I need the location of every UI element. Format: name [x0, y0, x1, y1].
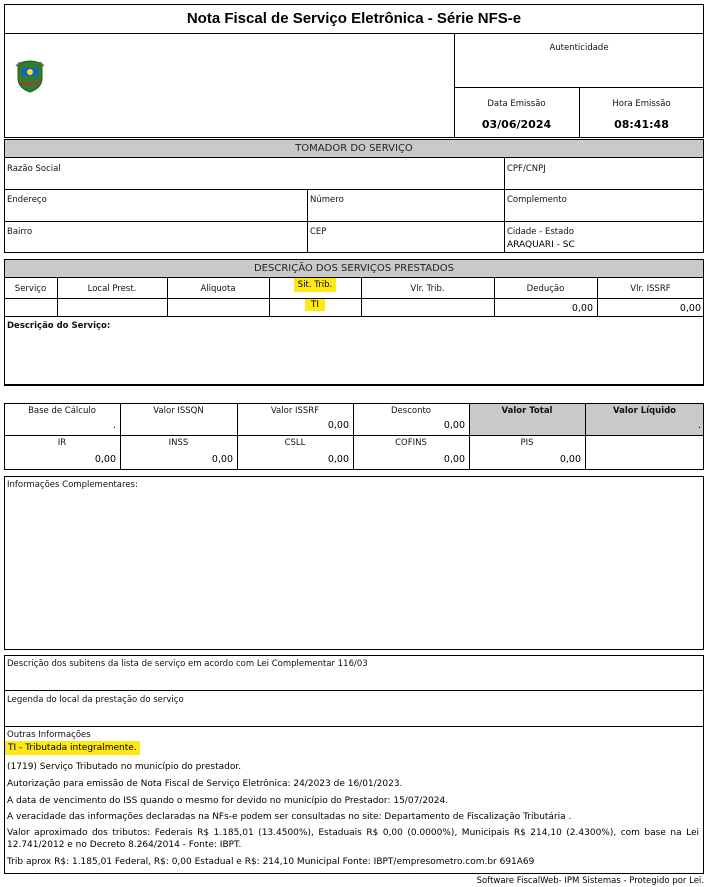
cidade-value: ARAQUARI - SC: [507, 240, 575, 250]
page-title: Nota Fiscal de Serviço Eletrônica - Séri…: [186, 10, 522, 27]
servicos-section-header: DESCRIÇÃO DOS SERVIÇOS PRESTADOS: [4, 259, 704, 278]
outras-line-5: Valor aproximado dos tributos: Federais …: [7, 828, 699, 850]
valor-issrf-label: Valor ISSRF: [270, 406, 320, 416]
outras-line-4: A veracidade das informações declaradas …: [7, 812, 572, 822]
col-local-prest: Local Prest.: [87, 284, 137, 294]
info-complementares-label: Informações Complementares:: [7, 480, 138, 490]
outras-line-1: (1719) Serviço Tributado no município do…: [7, 762, 242, 772]
data-emissao-value: 03/06/2024: [481, 118, 552, 131]
row-deducao: 0,00: [571, 303, 593, 314]
col-servico: Serviço: [14, 284, 47, 294]
cofins-value: 0,00: [443, 454, 465, 465]
row-vlr-issrf: 0,00: [679, 303, 701, 314]
pis-value: 0,00: [559, 454, 581, 465]
cep-label: CEP: [310, 227, 327, 237]
cofins-label: COFINS: [395, 438, 427, 448]
col-sit-trib: Sit. Trib.: [269, 278, 361, 292]
desconto-label: Desconto: [391, 406, 431, 416]
hora-emissao-label: Hora Emissão: [612, 99, 671, 109]
col-sit-trib-label: Sit. Trib.: [293, 278, 337, 292]
ir-label: IR: [57, 438, 67, 448]
outras-line-6: Trib aprox R$: 1.185,01 Federal, R$: 0,0…: [7, 857, 535, 867]
outras-informacoes-label: Outras Informações: [7, 730, 91, 740]
valor-total-label: Valor Total: [501, 406, 553, 416]
row-sit-trib: TI: [269, 299, 361, 311]
desconto-value: 0,00: [443, 420, 465, 431]
inss-label: INSS: [168, 438, 189, 448]
legenda-label: Legenda do local da prestação do serviço: [7, 695, 184, 705]
cpf-cnpj-label: CPF/CNPJ: [507, 164, 546, 174]
valor-liquido-label: Valor Líquido: [612, 406, 677, 416]
base-calculo-label: Base de Cálculo: [28, 406, 96, 416]
municipal-coat-of-arms-icon: [14, 58, 46, 94]
csll-label: CSLL: [284, 438, 306, 448]
row-sit-trib-value: TI: [304, 299, 326, 311]
numero-label: Número: [310, 195, 344, 205]
descricao-servico-label: Descrição do Serviço:: [7, 321, 111, 331]
bairro-label: Bairro: [7, 227, 33, 237]
subitens-label: Descrição dos subitens da lista de servi…: [7, 659, 368, 669]
outras-line-3: A data de vencimento do ISS quando o mes…: [7, 796, 449, 806]
endereco-label: Endereço: [7, 195, 47, 205]
info-complementares-box: [4, 476, 704, 650]
base-calculo-value: .: [112, 420, 116, 431]
valor-liquido-value: .: [697, 420, 701, 431]
ir-value: 0,00: [94, 454, 116, 465]
cidade-label: Cidade - Estado: [507, 227, 574, 237]
col-aliquota: Aliquota: [200, 284, 236, 294]
razao-social-label: Razão Social: [7, 164, 61, 174]
autenticidade-label: Autenticidade: [549, 43, 609, 53]
col-vlr-issrf: Vlr. ISSRF: [630, 284, 671, 294]
outras-line-2: Autorização para emissão de Nota Fiscal …: [7, 779, 403, 789]
tomador-section-header: TOMADOR DO SERVIÇO: [4, 139, 704, 158]
valor-issqn-label: Valor ISSQN: [153, 406, 204, 416]
hora-emissao-value: 08:41:48: [614, 118, 669, 131]
valor-issrf-value: 0,00: [327, 420, 349, 431]
tomador-box: [4, 157, 704, 253]
col-vlr-trib: Vlr. Trib.: [410, 284, 445, 294]
outras-line-0-text: TI - Tributada integralmente.: [5, 741, 140, 755]
pis-label: PIS: [520, 438, 534, 448]
inss-value: 0,00: [211, 454, 233, 465]
complemento-label: Complemento: [507, 195, 567, 205]
data-emissao-label: Data Emissão: [487, 99, 546, 109]
outras-line-0: TI - Tributada integralmente.: [5, 741, 140, 755]
csll-value: 0,00: [327, 454, 349, 465]
footer-text: Software FiscalWeb- IPM Sistemas - Prote…: [476, 876, 704, 886]
col-deducao: Dedução: [526, 284, 565, 294]
